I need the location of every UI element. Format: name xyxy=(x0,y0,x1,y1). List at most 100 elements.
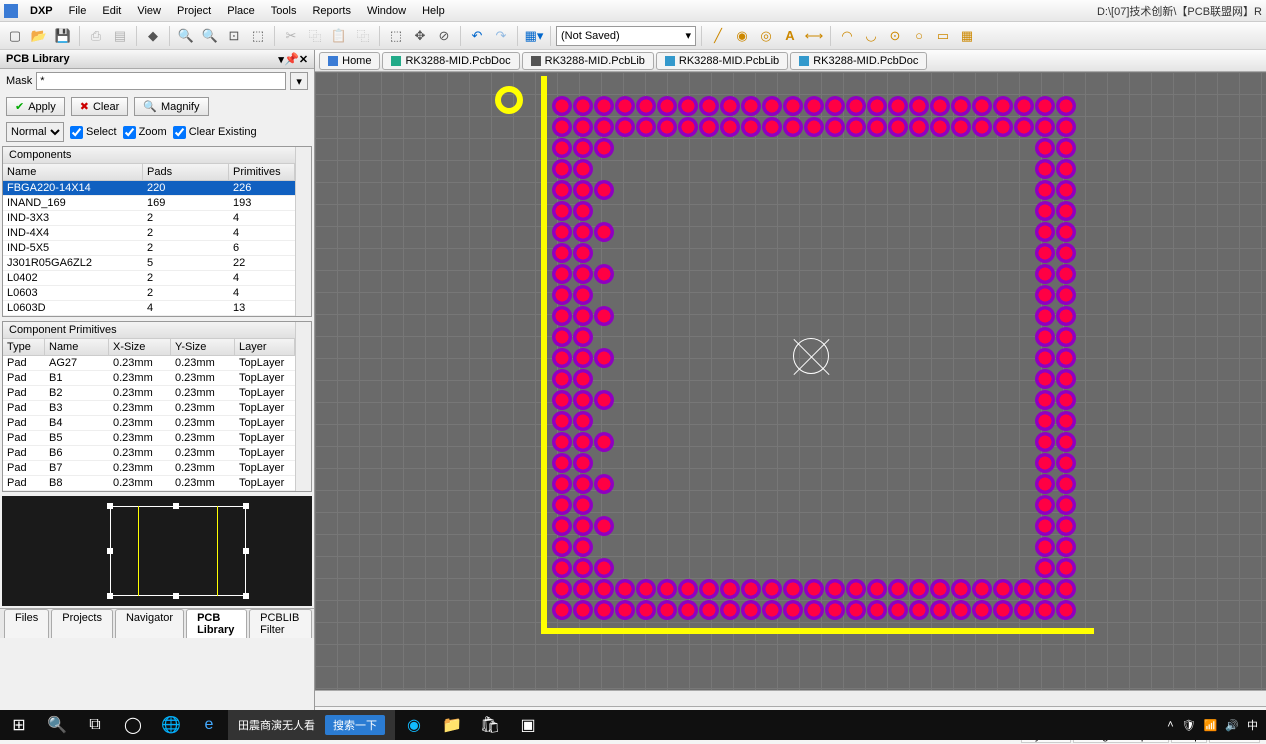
pad[interactable] xyxy=(825,600,845,620)
pad[interactable] xyxy=(951,96,971,116)
pad[interactable] xyxy=(594,180,614,200)
pad[interactable] xyxy=(594,579,614,599)
pad[interactable] xyxy=(552,285,572,305)
pad[interactable] xyxy=(741,117,761,137)
menu-file[interactable]: File xyxy=(61,3,95,19)
pad[interactable] xyxy=(615,579,635,599)
pad[interactable] xyxy=(909,579,929,599)
pad[interactable] xyxy=(615,600,635,620)
print-icon[interactable]: ⎙ xyxy=(85,25,107,47)
zoom-area-icon[interactable]: ⬚ xyxy=(247,25,269,47)
pad[interactable] xyxy=(552,369,572,389)
pad[interactable] xyxy=(1035,138,1055,158)
pad[interactable] xyxy=(552,474,572,494)
tab-navigator[interactable]: Navigator xyxy=(115,609,184,638)
doc-tab[interactable]: RK3288-MID.PcbDoc xyxy=(790,52,927,70)
pad[interactable] xyxy=(615,117,635,137)
pad[interactable] xyxy=(594,117,614,137)
pad[interactable] xyxy=(762,579,782,599)
pad[interactable] xyxy=(1056,201,1076,221)
component-row[interactable]: INAND_169169193 xyxy=(3,196,295,211)
pad[interactable] xyxy=(573,201,593,221)
pad[interactable] xyxy=(573,558,593,578)
pad[interactable] xyxy=(1014,96,1034,116)
pad[interactable] xyxy=(1035,222,1055,242)
pad[interactable] xyxy=(1056,453,1076,473)
pad[interactable] xyxy=(762,96,782,116)
menu-help[interactable]: Help xyxy=(414,3,453,19)
pad[interactable] xyxy=(1035,537,1055,557)
explorer-icon[interactable]: 📁 xyxy=(433,710,471,740)
pad[interactable] xyxy=(930,579,950,599)
undo-icon[interactable]: ↶ xyxy=(466,25,488,47)
pad[interactable] xyxy=(1056,285,1076,305)
pad[interactable] xyxy=(1056,264,1076,284)
pad[interactable] xyxy=(699,96,719,116)
pad[interactable] xyxy=(552,495,572,515)
pad[interactable] xyxy=(594,474,614,494)
pad[interactable] xyxy=(867,600,887,620)
pad[interactable] xyxy=(741,579,761,599)
pad[interactable] xyxy=(573,243,593,263)
pad[interactable] xyxy=(573,432,593,452)
paste-icon[interactable]: 📋 xyxy=(328,25,350,47)
copy-icon[interactable]: ⿻ xyxy=(304,25,326,47)
primitive-row[interactable]: PadB60.23mm0.23mmTopLayer xyxy=(3,446,295,461)
clear-button[interactable]: ✖Clear xyxy=(71,97,129,116)
pad[interactable] xyxy=(573,222,593,242)
pad[interactable] xyxy=(552,390,572,410)
component-row[interactable]: IND-3X324 xyxy=(3,211,295,226)
app2-icon[interactable]: ▣ xyxy=(509,710,547,740)
pad[interactable] xyxy=(741,600,761,620)
pad[interactable] xyxy=(552,432,572,452)
pad[interactable] xyxy=(573,474,593,494)
pad[interactable] xyxy=(1035,432,1055,452)
arc1-icon[interactable]: ◠ xyxy=(836,25,858,47)
magnify-button[interactable]: 🔍Magnify xyxy=(134,97,208,116)
duplicate-icon[interactable]: ⿻ xyxy=(352,25,374,47)
pad[interactable] xyxy=(762,117,782,137)
pad[interactable] xyxy=(699,117,719,137)
pad[interactable] xyxy=(594,138,614,158)
panel-close-icon[interactable]: ✕ xyxy=(299,53,308,66)
pad[interactable] xyxy=(720,600,740,620)
pad[interactable] xyxy=(1056,558,1076,578)
clear-existing-checkbox[interactable]: Clear Existing xyxy=(173,126,257,139)
primitive-row[interactable]: PadB20.23mm0.23mmTopLayer xyxy=(3,386,295,401)
pad[interactable] xyxy=(1014,579,1034,599)
pad[interactable] xyxy=(699,600,719,620)
pad[interactable] xyxy=(573,264,593,284)
pad[interactable] xyxy=(951,579,971,599)
pad[interactable] xyxy=(804,117,824,137)
component-row[interactable]: L060324 xyxy=(3,286,295,301)
pad[interactable] xyxy=(888,579,908,599)
component-row[interactable]: J301R05GA6ZL2522 xyxy=(3,256,295,271)
pad[interactable] xyxy=(1035,285,1055,305)
pad[interactable] xyxy=(825,96,845,116)
app1-icon[interactable]: 🌐 xyxy=(152,710,190,740)
components-header[interactable]: Name Pads Primitives xyxy=(3,164,295,181)
save-icon[interactable]: 💾 xyxy=(52,25,74,47)
mask-input[interactable] xyxy=(36,72,286,90)
pad[interactable] xyxy=(804,579,824,599)
pad[interactable] xyxy=(552,138,572,158)
taskbar-search[interactable]: 田震商演无人看 搜索一下 xyxy=(228,710,395,740)
pad[interactable] xyxy=(552,348,572,368)
component-row[interactable]: IND-5X526 xyxy=(3,241,295,256)
pad[interactable] xyxy=(552,327,572,347)
pad[interactable] xyxy=(552,96,572,116)
pad[interactable] xyxy=(720,579,740,599)
pad[interactable] xyxy=(573,180,593,200)
array-icon[interactable]: ▦ xyxy=(956,25,978,47)
select-icon[interactable]: ⬚ xyxy=(385,25,407,47)
store-icon[interactable]: 🛍 xyxy=(471,710,509,740)
system-tray[interactable]: ˄ 🛡 📶 🔊 中 xyxy=(1167,717,1266,733)
task-view-icon[interactable]: ⧉ xyxy=(76,710,114,740)
search-icon[interactable]: 🔍 xyxy=(38,710,76,740)
pad[interactable] xyxy=(1056,600,1076,620)
pad[interactable] xyxy=(1056,222,1076,242)
pad[interactable] xyxy=(930,96,950,116)
pad[interactable] xyxy=(972,117,992,137)
pad[interactable] xyxy=(678,117,698,137)
pad[interactable] xyxy=(1035,474,1055,494)
